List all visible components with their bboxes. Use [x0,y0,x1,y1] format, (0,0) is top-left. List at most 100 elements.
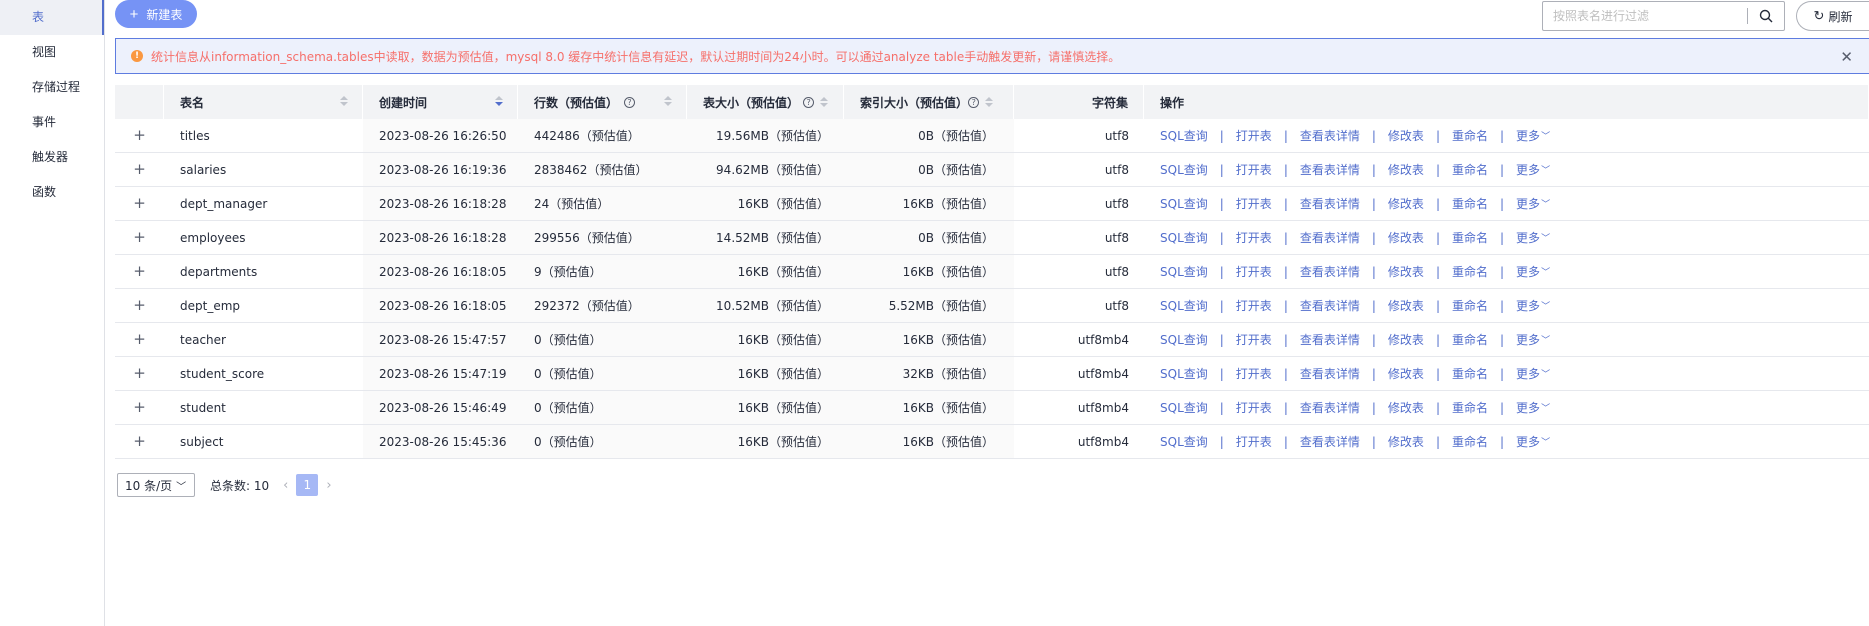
more-link[interactable]: 更多 ﹀ [1516,195,1550,212]
expand-icon[interactable]: + [133,128,146,143]
more-link[interactable]: 更多 ﹀ [1516,433,1550,450]
sql-query-link[interactable]: SQL查询 [1160,399,1208,416]
alter-table-link[interactable]: 修改表 [1388,399,1424,416]
rename-link[interactable]: 重命名 [1452,229,1488,246]
header-index-size[interactable]: 索引大小（预估值） ? [844,85,1014,119]
refresh-button[interactable]: ↻ 刷新 [1796,1,1869,31]
sidebar-item-triggers[interactable]: 触发器 [0,140,104,175]
open-table-link[interactable]: 打开表 [1236,297,1272,314]
search-icon[interactable] [1748,2,1784,30]
sql-query-link[interactable]: SQL查询 [1160,229,1208,246]
header-created[interactable]: 创建时间 [363,85,518,119]
sidebar-item-procedures[interactable]: 存储过程 [0,70,104,105]
table-details-link[interactable]: 查看表详情 [1300,229,1360,246]
sql-query-link[interactable]: SQL查询 [1160,161,1208,178]
more-link[interactable]: 更多 ﹀ [1516,263,1550,280]
expand-icon[interactable]: + [133,162,146,177]
alter-table-link[interactable]: 修改表 [1388,127,1424,144]
open-table-link[interactable]: 打开表 [1236,433,1272,450]
rename-link[interactable]: 重命名 [1452,433,1488,450]
sql-query-link[interactable]: SQL查询 [1160,365,1208,382]
more-link[interactable]: 更多 ﹀ [1516,297,1550,314]
alter-table-link[interactable]: 修改表 [1388,161,1424,178]
table-details-link[interactable]: 查看表详情 [1300,399,1360,416]
expand-icon[interactable]: + [133,332,146,347]
sidebar-item-functions[interactable]: 函数 [0,175,104,210]
sort-icon[interactable] [985,97,993,107]
expand-icon[interactable]: + [133,230,146,245]
rename-link[interactable]: 重命名 [1452,331,1488,348]
sort-desc-icon[interactable] [495,96,503,106]
sql-query-link[interactable]: SQL查询 [1160,433,1208,450]
table-details-link[interactable]: 查看表详情 [1300,433,1360,450]
rename-link[interactable]: 重命名 [1452,365,1488,382]
rename-link[interactable]: 重命名 [1452,263,1488,280]
sql-query-link[interactable]: SQL查询 [1160,195,1208,212]
open-table-link[interactable]: 打开表 [1236,195,1272,212]
table-details-link[interactable]: 查看表详情 [1300,127,1360,144]
open-table-link[interactable]: 打开表 [1236,263,1272,280]
expand-icon[interactable]: + [133,400,146,415]
help-icon[interactable]: ? [968,96,979,108]
more-link[interactable]: 更多 ﹀ [1516,161,1550,178]
sidebar-item-events[interactable]: 事件 [0,105,104,140]
sql-query-link[interactable]: SQL查询 [1160,297,1208,314]
open-table-link[interactable]: 打开表 [1236,365,1272,382]
close-icon[interactable]: ✕ [1840,48,1853,66]
chevron-left-icon[interactable]: ‹ [283,478,288,493]
alter-table-link[interactable]: 修改表 [1388,433,1424,450]
sql-query-link-label: SQL查询 [1160,333,1208,347]
more-link[interactable]: 更多 ﹀ [1516,365,1550,382]
sidebar-item-views[interactable]: 视图 [0,35,104,70]
more-link[interactable]: 更多 ﹀ [1516,229,1550,246]
open-table-link[interactable]: 打开表 [1236,331,1272,348]
more-link[interactable]: 更多 ﹀ [1516,331,1550,348]
alter-table-link[interactable]: 修改表 [1388,331,1424,348]
open-table-link-label: 打开表 [1235,231,1272,245]
header-rows[interactable]: 行数（预估值） ? [518,85,687,119]
expand-icon[interactable]: + [133,196,146,211]
table-details-link[interactable]: 查看表详情 [1300,331,1360,348]
rename-link[interactable]: 重命名 [1452,161,1488,178]
table-details-link[interactable]: 查看表详情 [1300,365,1360,382]
new-table-button[interactable]: + 新建表 [115,0,197,28]
alter-table-link[interactable]: 修改表 [1388,297,1424,314]
alter-table-link[interactable]: 修改表 [1388,365,1424,382]
table-details-link[interactable]: 查看表详情 [1300,161,1360,178]
page-number[interactable]: 1 [296,474,319,496]
header-size[interactable]: 表大小（预估值） ? [687,85,844,119]
table-details-link[interactable]: 查看表详情 [1300,297,1360,314]
more-link[interactable]: 更多 ﹀ [1516,127,1550,144]
rename-link[interactable]: 重命名 [1452,127,1488,144]
rename-link[interactable]: 重命名 [1452,399,1488,416]
open-table-link[interactable]: 打开表 [1236,127,1272,144]
search-input[interactable] [1543,3,1747,29]
sql-query-link[interactable]: SQL查询 [1160,263,1208,280]
more-link[interactable]: 更多 ﹀ [1516,399,1550,416]
expand-icon[interactable]: + [133,434,146,449]
chevron-right-icon[interactable]: › [326,478,331,493]
sidebar-item-tables[interactable]: 表 [0,0,104,35]
help-icon[interactable]: ? [803,96,814,108]
open-table-link[interactable]: 打开表 [1236,229,1272,246]
table-details-link[interactable]: 查看表详情 [1300,195,1360,212]
sql-query-link[interactable]: SQL查询 [1160,331,1208,348]
rename-link[interactable]: 重命名 [1452,195,1488,212]
header-name[interactable]: 表名 [164,85,363,119]
alter-table-link[interactable]: 修改表 [1388,195,1424,212]
sql-query-link[interactable]: SQL查询 [1160,127,1208,144]
table-details-link[interactable]: 查看表详情 [1300,263,1360,280]
alter-table-link[interactable]: 修改表 [1388,229,1424,246]
open-table-link[interactable]: 打开表 [1236,161,1272,178]
expand-icon[interactable]: + [133,264,146,279]
expand-icon[interactable]: + [133,366,146,381]
alter-table-link[interactable]: 修改表 [1388,263,1424,280]
page-size-select[interactable]: 10 条/页 ﹀ [117,473,195,497]
open-table-link[interactable]: 打开表 [1236,399,1272,416]
sort-icon[interactable] [340,96,348,106]
expand-icon[interactable]: + [133,298,146,313]
sort-icon[interactable] [664,96,672,106]
rename-link[interactable]: 重命名 [1452,297,1488,314]
help-icon[interactable]: ? [624,96,636,108]
sort-icon[interactable] [820,97,828,107]
